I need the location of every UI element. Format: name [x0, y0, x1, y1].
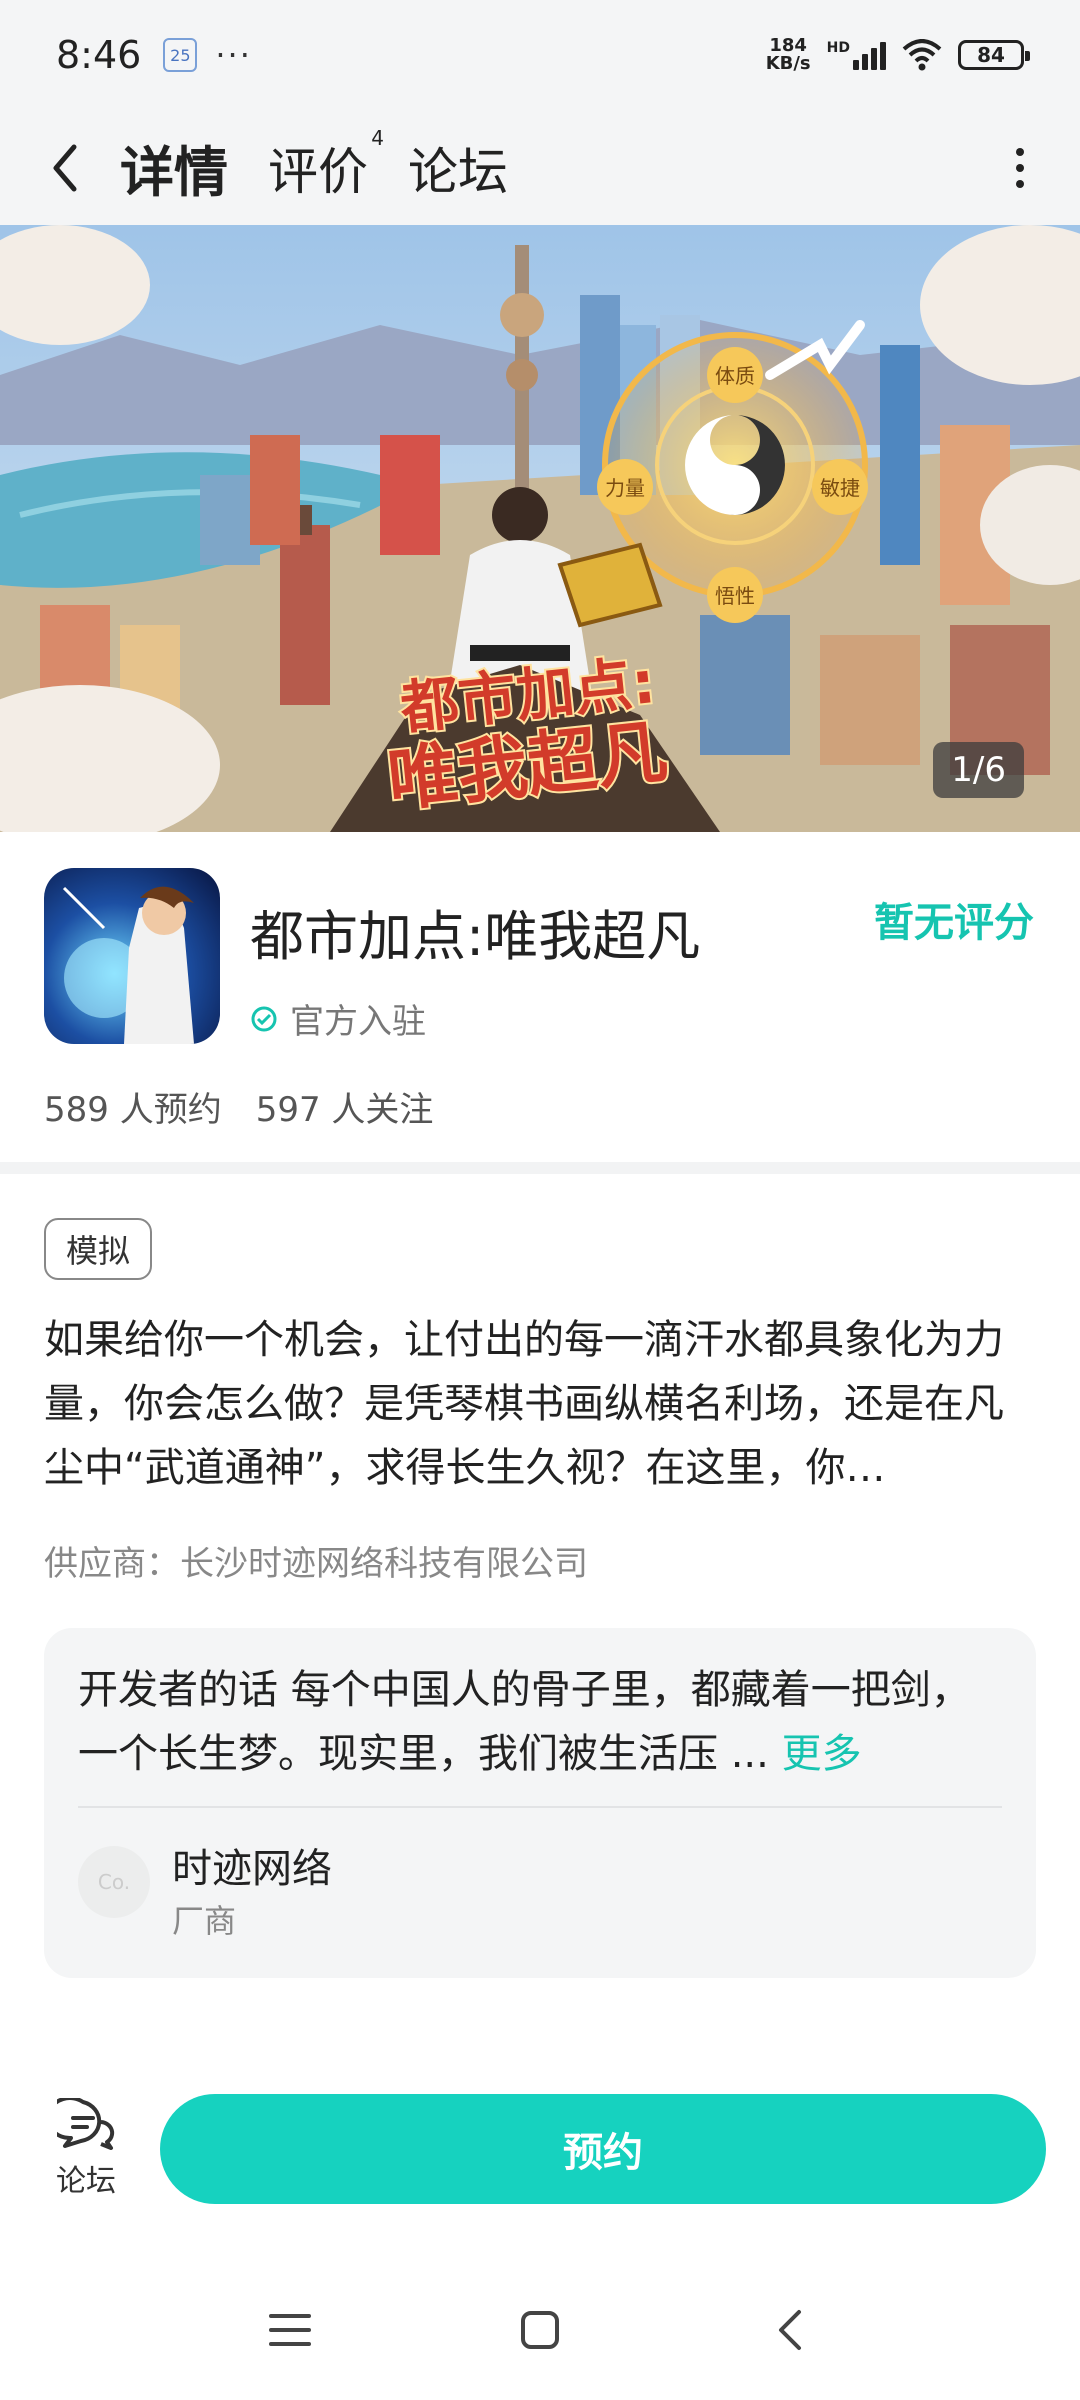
menu-icon: [269, 2314, 311, 2346]
battery-level: 84: [977, 43, 1005, 67]
seal-label-comprehension: 悟性: [715, 584, 755, 608]
seal-label-agility: 敏捷: [820, 476, 860, 500]
more-options-button[interactable]: [1000, 138, 1040, 198]
verified-check-icon: [251, 1006, 277, 1031]
bottom-action-bar: 论坛 预约: [0, 2060, 1080, 2260]
app-info-section: 都市加点:唯我超凡 暂无评分 官方入驻 589 人预约 597 人关注: [0, 832, 1080, 1162]
home-square-icon: [521, 2311, 559, 2349]
screenshot-carousel[interactable]: 体质 力量 敏捷 悟性 都市加点: 唯我超凡 1/6: [0, 225, 1080, 832]
supplier-info: 供应商：长沙时迹网络科技有限公司: [44, 1544, 588, 1584]
tab-details-label: 详情: [120, 141, 228, 204]
status-bar: 8:46 25 ··· 184 KB/s HD 84: [0, 0, 1080, 110]
wifi-icon: [902, 39, 942, 71]
top-navigation: 详情 评价 4 论坛: [0, 110, 1080, 225]
battery-icon: 84: [958, 40, 1030, 70]
tab-forum-label: 论坛: [408, 142, 508, 201]
chevron-left-icon: [53, 144, 77, 191]
network-speed: 184 KB/s: [766, 37, 811, 73]
rating-status: 暂无评分: [874, 900, 1034, 946]
section-divider: [0, 1162, 1080, 1174]
company-name[interactable]: 时迹网络: [172, 1836, 332, 1894]
forum-chat-icon: [57, 2098, 115, 2150]
reserve-button[interactable]: 预约: [160, 2094, 1046, 2204]
reservation-count: 589 人预约: [44, 1090, 222, 1130]
status-time: 8:46: [56, 33, 142, 77]
back-nav-button[interactable]: [765, 2305, 815, 2355]
developer-message: 开发者的话 每个中国人的骨子里，都藏着一把剑，一个长生梦。现实里，我们被生活压 …: [78, 1658, 1008, 1786]
reviews-count: 4: [371, 125, 384, 150]
official-label: 官方入驻: [290, 1002, 426, 1042]
network-type-label: HD: [826, 40, 850, 56]
card-divider: [78, 1806, 1002, 1808]
notification-icon: 25: [163, 38, 198, 72]
forum-button[interactable]: 论坛: [44, 2098, 128, 2200]
menu-nav-button[interactable]: [265, 2305, 315, 2355]
app-stats: 589 人预约 597 人关注: [44, 1082, 433, 1131]
app-icon: [44, 868, 220, 1044]
forum-button-label: 论坛: [56, 2164, 116, 2199]
more-notifications-icon: ···: [215, 36, 252, 74]
tab-reviews-label: 评价: [268, 142, 368, 201]
carousel-counter: 1/6: [933, 742, 1024, 798]
developer-card[interactable]: 开发者的话 每个中国人的骨子里，都藏着一把剑，一个长生梦。现实里，我们被生活压 …: [44, 1628, 1036, 1978]
official-badge: 官方入驻: [250, 994, 426, 1043]
banner-image: 体质 力量 敏捷 悟性 都市加点: 唯我超凡: [0, 225, 1080, 832]
tab-details[interactable]: 详情: [120, 128, 228, 207]
back-triangle-icon: [779, 2310, 801, 2350]
game-description[interactable]: 如果给你一个机会，让付出的每一滴汗水都具象化为力量，你会怎么做？是凭琴棋书画纵横…: [44, 1308, 1039, 1500]
tab-reviews[interactable]: 评价 4: [268, 126, 384, 204]
back-button[interactable]: [40, 138, 90, 198]
system-navigation-bar: [0, 2260, 1080, 2400]
company-avatar: Co.: [78, 1846, 150, 1918]
net-speed-unit: KB/s: [765, 53, 811, 74]
company-role: 厂商: [172, 1902, 237, 1940]
category-tag[interactable]: 模拟: [44, 1218, 153, 1280]
app-name: 都市加点:唯我超凡: [250, 905, 701, 968]
tab-forum[interactable]: 论坛: [408, 132, 508, 204]
home-nav-button[interactable]: [515, 2305, 565, 2355]
signal-icon: HD: [827, 40, 886, 70]
more-link[interactable]: 更多: [782, 1731, 862, 1777]
follower-count: 597 人关注: [255, 1090, 434, 1130]
seal-label-constitution: 体质: [715, 364, 755, 388]
seal-label-strength: 力量: [605, 476, 645, 500]
